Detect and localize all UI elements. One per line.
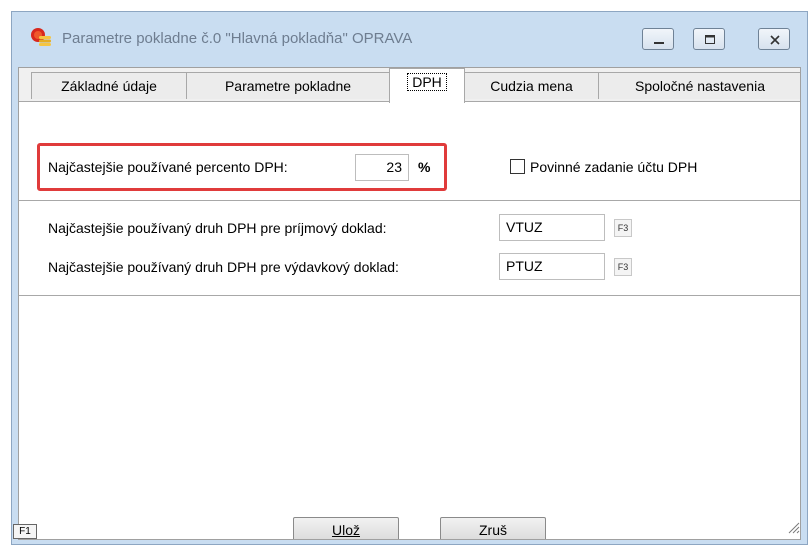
- tab-label: Spoločné nastavenia: [635, 78, 765, 94]
- expense-lookup-button[interactable]: F3: [614, 258, 632, 276]
- tab-strip: Základné údaje Parametre pokladne DPH Cu…: [19, 68, 800, 103]
- tab-label: DPH: [407, 73, 447, 91]
- resize-grip-icon[interactable]: [786, 520, 800, 534]
- section-divider: [19, 200, 800, 201]
- tab-zakladne-udaje[interactable]: Základné údaje: [31, 72, 187, 99]
- tab-parametre-pokladne[interactable]: Parametre pokladne: [186, 72, 390, 99]
- percent-unit: %: [418, 159, 431, 175]
- cancel-button-label: Zruš: [479, 522, 507, 538]
- coins-icon: [31, 28, 51, 46]
- tab-label: Základné údaje: [61, 78, 157, 94]
- close-icon: [770, 35, 780, 45]
- tab-dph[interactable]: DPH: [389, 68, 465, 103]
- minimize-button[interactable]: [642, 28, 674, 50]
- vat-percent-input[interactable]: 23: [355, 154, 409, 181]
- maximize-button[interactable]: [693, 28, 725, 50]
- minimize-icon: [654, 42, 664, 44]
- save-button-label: Ulož: [331, 522, 360, 538]
- income-lookup-button[interactable]: F3: [614, 219, 632, 237]
- section-divider: [19, 295, 800, 296]
- close-button[interactable]: [758, 28, 790, 50]
- income-vat-type-label: Najčastejšie používaný druh DPH pre príj…: [48, 220, 387, 236]
- tab-spolocne-nastavenia[interactable]: Spoločné nastavenia: [598, 72, 800, 99]
- help-key-badge[interactable]: F1: [13, 524, 37, 539]
- vat-percent-label: Najčastejšie používané percento DPH:: [48, 159, 288, 175]
- tab-label: Cudzia mena: [490, 78, 573, 94]
- dialog-window: Parametre pokladne č.0 "Hlavná pokladňa"…: [11, 11, 808, 545]
- expense-vat-type-input[interactable]: PTUZ: [499, 253, 605, 280]
- income-vat-type-input[interactable]: VTUZ: [499, 214, 605, 241]
- title-bar[interactable]: Parametre pokladne č.0 "Hlavná pokladňa"…: [12, 12, 807, 67]
- required-vat-account-label: Povinné zadanie účtu DPH: [530, 159, 698, 175]
- maximize-icon: [705, 35, 715, 44]
- dialog-client-area: Základné údaje Parametre pokladne DPH Cu…: [18, 67, 801, 540]
- expense-vat-type-label: Najčastejšie používaný druh DPH pre výda…: [48, 259, 399, 275]
- cancel-button[interactable]: Zruš: [440, 517, 546, 539]
- required-vat-account-checkbox[interactable]: [510, 159, 525, 174]
- save-button[interactable]: Ulož: [293, 517, 399, 539]
- tab-cudzia-mena[interactable]: Cudzia mena: [464, 72, 599, 99]
- tab-label: Parametre pokladne: [224, 78, 352, 94]
- window-title: Parametre pokladne č.0 "Hlavná pokladňa"…: [62, 30, 413, 47]
